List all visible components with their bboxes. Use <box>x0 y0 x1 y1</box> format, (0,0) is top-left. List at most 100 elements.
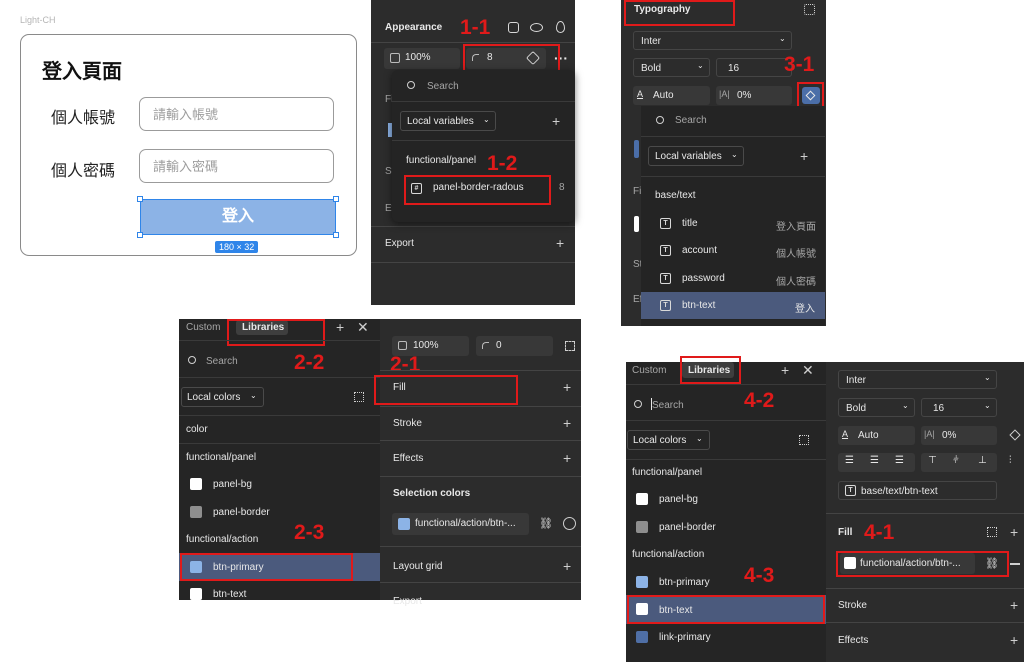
opacity-value: 100% <box>405 52 431 63</box>
add-variable-icon[interactable]: + <box>800 149 808 163</box>
detach-icon[interactable]: ⛓ <box>539 517 553 530</box>
color-swatch <box>190 506 202 518</box>
variable-name[interactable]: password <box>682 273 725 284</box>
color-style-name[interactable]: link-primary <box>659 632 711 643</box>
add-stroke-icon[interactable]: + <box>563 416 571 430</box>
target-icon[interactable] <box>563 517 576 530</box>
align-center-icon[interactable]: ☰ <box>870 455 879 466</box>
text-variable-search[interactable]: Search <box>675 115 707 126</box>
styles-icon[interactable] <box>804 4 815 15</box>
tab-custom[interactable]: Custom <box>186 322 220 333</box>
letter-spacing-field[interactable]: |A| 0% <box>921 426 997 445</box>
selection-color-field[interactable]: functional/action/btn-... <box>392 513 529 535</box>
align-bottom-icon[interactable]: ⊥ <box>978 455 987 466</box>
variable-name[interactable]: title <box>682 218 698 229</box>
font-size-value: 16 <box>933 403 945 414</box>
frame-label[interactable]: Light-CH <box>20 15 56 25</box>
selection-handle[interactable] <box>137 232 143 238</box>
remove-fill-icon[interactable] <box>1010 563 1020 565</box>
add-export-icon[interactable]: + <box>556 236 564 250</box>
fullscreen-icon[interactable] <box>565 341 575 351</box>
add-fill-icon[interactable]: + <box>563 380 571 394</box>
radius-field[interactable]: 0 <box>476 336 553 356</box>
add-effect-icon[interactable]: + <box>563 451 571 465</box>
align-middle-icon[interactable]: ⫩ <box>953 455 959 466</box>
font-size-dropdown[interactable]: 16 <box>716 58 792 77</box>
align-right-icon[interactable]: ☰ <box>895 455 904 466</box>
variable-name[interactable]: account <box>682 245 717 256</box>
annotation-tag: 1-1 <box>460 16 491 39</box>
annotation-box <box>374 375 518 405</box>
color-group: functional/panel <box>186 452 257 463</box>
color-swatch <box>398 518 410 530</box>
color-style-name[interactable]: panel-bg <box>213 479 252 490</box>
add-stroke-icon[interactable]: + <box>1010 598 1018 612</box>
grid-view-icon[interactable] <box>354 392 364 402</box>
local-colors-dropdown[interactable]: Local colors ⌄ <box>627 430 710 450</box>
variable-name[interactable]: btn-text <box>682 300 715 311</box>
opacity-field[interactable]: 100% <box>384 48 460 69</box>
line-height-field[interactable]: A Auto <box>838 426 915 445</box>
color-style-name[interactable]: btn-primary <box>659 577 710 588</box>
color-swatch <box>636 576 648 588</box>
annotation-box <box>404 175 551 205</box>
add-variable-icon[interactable]: + <box>552 114 560 128</box>
color-swatch <box>190 588 202 600</box>
vertical-align-group[interactable]: ⊤ ⫩ ⊥ <box>921 453 997 472</box>
eye-icon[interactable] <box>530 23 543 32</box>
font-family-value: Inter <box>846 375 867 386</box>
text-variable-icon: T <box>660 300 671 311</box>
variable-search-input[interactable]: Search <box>427 81 459 92</box>
color-search-input[interactable]: Search <box>652 400 684 411</box>
mask-icon[interactable] <box>508 22 519 33</box>
account-input[interactable]: 請輸入帳號 <box>139 97 334 131</box>
close-icon[interactable]: ✕ <box>357 320 369 334</box>
line-height-field[interactable]: A Auto <box>633 86 710 105</box>
local-variables-dropdown[interactable]: Local variables ⌄ <box>400 111 496 131</box>
font-size-dropdown[interactable]: 16 ⌄ <box>921 398 997 417</box>
font-weight-dropdown[interactable]: Bold ⌄ <box>838 398 915 417</box>
selection-handle[interactable] <box>333 196 339 202</box>
type-settings-icon[interactable]: ⫶ <box>1009 455 1012 466</box>
letter-spacing-field[interactable]: |A| 0% <box>716 86 792 105</box>
local-variables-dropdown[interactable]: Local variables ⌄ <box>648 146 744 166</box>
align-top-icon[interactable]: ⊤ <box>928 455 937 466</box>
color-style-name[interactable]: panel-border <box>659 522 716 533</box>
font-family-dropdown[interactable]: Inter ⌄ <box>633 31 792 50</box>
login-button[interactable]: 登入 <box>140 199 336 235</box>
text-style-value: base/text/btn-text <box>861 486 938 497</box>
annotation-box <box>627 595 825 624</box>
font-family-dropdown[interactable]: Inter ⌄ <box>838 370 997 389</box>
dropdown-label: Local colors <box>633 435 687 446</box>
add-grid-icon[interactable]: + <box>563 559 571 573</box>
search-icon <box>188 356 196 364</box>
annotation-box <box>463 44 560 72</box>
local-colors-dropdown[interactable]: Local colors ⌄ <box>181 387 264 407</box>
annotation-tag: 2-2 <box>294 351 325 374</box>
color-style-name[interactable]: btn-text <box>213 589 246 600</box>
add-effect-icon[interactable]: + <box>1010 633 1018 647</box>
color-search-input[interactable]: Search <box>206 356 238 367</box>
tab-custom[interactable]: Custom <box>632 365 666 376</box>
close-icon[interactable]: ✕ <box>802 363 814 377</box>
align-left-button[interactable]: ☰ ☰ ☰ <box>838 453 915 472</box>
selection-handle[interactable] <box>333 232 339 238</box>
styles-icon[interactable] <box>987 527 997 537</box>
color-style-name[interactable]: panel-bg <box>659 494 698 505</box>
add-icon[interactable]: + <box>336 320 344 334</box>
annotation-tag: 4-2 <box>744 389 775 412</box>
line-height-value: Auto <box>858 430 879 441</box>
grid-view-icon[interactable] <box>799 435 809 445</box>
chevron-down-icon: ⌄ <box>779 34 786 43</box>
annotation-tag: 2-1 <box>390 353 421 376</box>
selection-handle[interactable] <box>137 196 143 202</box>
text-style-field[interactable]: T base/text/btn-text <box>838 481 997 500</box>
color-style-name[interactable]: panel-border <box>213 507 270 518</box>
drop-icon[interactable] <box>556 21 565 33</box>
color-swatch <box>190 478 202 490</box>
add-fill-icon[interactable]: + <box>1010 525 1018 539</box>
add-icon[interactable]: + <box>781 363 789 377</box>
font-weight-dropdown[interactable]: Bold ⌄ <box>633 58 710 77</box>
password-input[interactable]: 請輸入密碼 <box>139 149 334 183</box>
corner-radius-icon <box>482 342 489 349</box>
